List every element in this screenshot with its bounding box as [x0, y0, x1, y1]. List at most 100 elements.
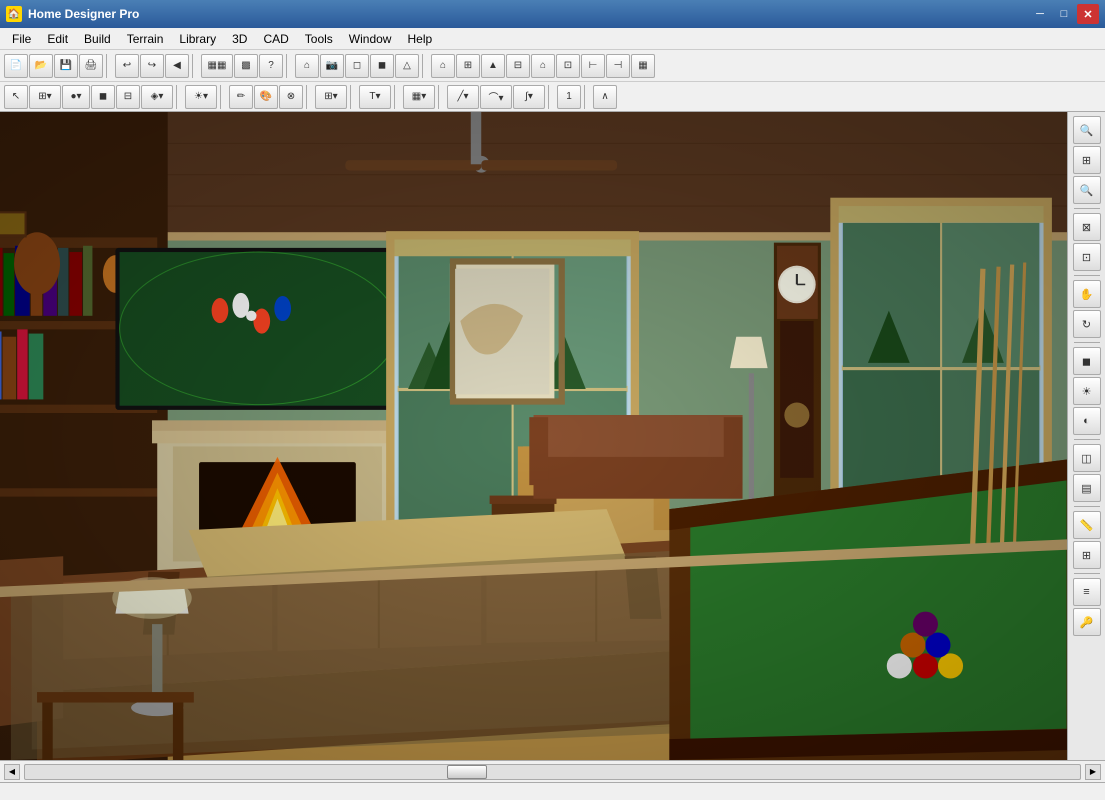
zoom-window-button[interactable]: ⊡: [1073, 243, 1101, 271]
elevation-button[interactable]: ◻: [345, 54, 369, 78]
texture-button[interactable]: ▤: [1073, 474, 1101, 502]
minimize-button[interactable]: ─: [1029, 4, 1051, 24]
fill-tool[interactable]: ▦▾: [403, 85, 435, 109]
bottom-scrollbar-area: ◀ ▶: [0, 760, 1105, 782]
arrow-up[interactable]: ∧: [593, 85, 617, 109]
shadow-button[interactable]: ◐: [1073, 407, 1101, 435]
sep5: [176, 85, 182, 109]
cabinet-tool[interactable]: ◈▾: [141, 85, 173, 109]
zoom-out-button[interactable]: 🔍: [1073, 176, 1101, 204]
pen-tool[interactable]: ✏: [229, 85, 253, 109]
overview-button[interactable]: ⊞: [456, 54, 480, 78]
light-tool[interactable]: ☀▾: [185, 85, 217, 109]
scroll-right-button[interactable]: ▶: [1085, 764, 1101, 780]
light-button[interactable]: ☀: [1073, 377, 1101, 405]
redo-button[interactable]: ↪: [140, 54, 164, 78]
app-icon: 🏠: [6, 6, 22, 22]
scroll-left-button[interactable]: ◀: [4, 764, 20, 780]
menu-cad[interactable]: CAD: [255, 30, 296, 48]
select-tool[interactable]: ↖: [4, 85, 28, 109]
menu-bar: File Edit Build Terrain Library 3D CAD T…: [0, 28, 1105, 50]
color-tool[interactable]: 🎨: [254, 85, 278, 109]
pan-button[interactable]: ✋: [1073, 280, 1101, 308]
maximize-button[interactable]: □: [1053, 4, 1075, 24]
window-controls: ─ □ ✕: [1029, 4, 1099, 24]
canvas-area[interactable]: ▲ ▼: [0, 112, 1067, 760]
rt-separator4: [1074, 439, 1100, 440]
text-tool[interactable]: T▾: [359, 85, 391, 109]
rt-separator5: [1074, 506, 1100, 507]
plumbing-button[interactable]: ⊢: [581, 54, 605, 78]
select-button[interactable]: ▩: [234, 54, 258, 78]
sep12: [584, 85, 590, 109]
menu-terrain[interactable]: Terrain: [119, 30, 172, 48]
camera-button[interactable]: 📷: [320, 54, 344, 78]
sep11: [548, 85, 554, 109]
toolbar-draw: ↖ ⊞▾ ●▾ ◼ ⊟ ◈▾ ☀▾ ✏ 🎨 ⊗ ⊞▾ T▾ ▦▾ ╱▾ ⌒▾ ∫…: [0, 82, 1105, 112]
detail-button[interactable]: △: [395, 54, 419, 78]
view3d-button[interactable]: ⌂: [431, 54, 455, 78]
rt-separator: [1074, 208, 1100, 209]
back-button[interactable]: ◀: [165, 54, 189, 78]
arc-tool[interactable]: ⌒▾: [480, 85, 512, 109]
title-bar: 🏠 Home Designer Pro ─ □ ✕: [0, 0, 1105, 28]
zoom-in-button[interactable]: 🔍: [1073, 116, 1101, 144]
floorplan-button[interactable]: ⌂: [295, 54, 319, 78]
sep10: [438, 85, 444, 109]
electrical-button[interactable]: ⊡: [556, 54, 580, 78]
help-button[interactable]: ?: [259, 54, 283, 78]
draw-circle[interactable]: ●▾: [62, 85, 90, 109]
menu-build[interactable]: Build: [76, 30, 119, 48]
separator2: [192, 54, 198, 78]
menu-help[interactable]: Help: [399, 30, 440, 48]
separator: [106, 54, 112, 78]
menu-window[interactable]: Window: [341, 30, 400, 48]
menu-tools[interactable]: Tools: [297, 30, 341, 48]
framing-button[interactable]: ⌂: [531, 54, 555, 78]
key-button[interactable]: 🔑: [1073, 608, 1101, 636]
rt-separator2: [1074, 275, 1100, 276]
new-button[interactable]: 📄: [4, 54, 28, 78]
wall-tool[interactable]: ⊟: [116, 85, 140, 109]
close-button[interactable]: ✕: [1077, 4, 1099, 24]
spline-tool[interactable]: ∫▾: [513, 85, 545, 109]
sep8: [350, 85, 356, 109]
erase-tool[interactable]: ⊗: [279, 85, 303, 109]
room-tool[interactable]: ◼: [91, 85, 115, 109]
menu-3d[interactable]: 3D: [224, 30, 255, 48]
render-button[interactable]: ◼: [1073, 347, 1101, 375]
save-button[interactable]: 💾: [54, 54, 78, 78]
main-area: ▲ ▼ 🔍 ⊞ 🔍 ⊠ ⊡ ✋ ↻ ◼ ☀ ◐ ◫ ▤ 📏 ⊞ ≡ 🔑: [0, 112, 1105, 760]
sep9: [394, 85, 400, 109]
dims-tool[interactable]: ⊞▾: [315, 85, 347, 109]
menu-file[interactable]: File: [4, 30, 39, 48]
hvac-button[interactable]: ⊣: [606, 54, 630, 78]
zoom-extent-button[interactable]: ⊞: [1073, 146, 1101, 174]
foundation-button[interactable]: ⊟: [506, 54, 530, 78]
h-scroll-thumb[interactable]: [447, 765, 487, 779]
section-button[interactable]: ◼: [370, 54, 394, 78]
insulation-button[interactable]: ▦: [631, 54, 655, 78]
orbit-button[interactable]: ↻: [1073, 310, 1101, 338]
measure-button[interactable]: 📏: [1073, 511, 1101, 539]
number-tool[interactable]: 1: [557, 85, 581, 109]
line-tool[interactable]: ╱▾: [447, 85, 479, 109]
right-toolbar: 🔍 ⊞ 🔍 ⊠ ⊡ ✋ ↻ ◼ ☀ ◐ ◫ ▤ 📏 ⊞ ≡ 🔑: [1067, 112, 1105, 760]
select-similar-button[interactable]: ▦▦: [201, 54, 233, 78]
menu-edit[interactable]: Edit: [39, 30, 76, 48]
separator4: [422, 54, 428, 78]
rt-separator3: [1074, 342, 1100, 343]
roof-button[interactable]: ▲: [481, 54, 505, 78]
zoom-fit-button[interactable]: ⊠: [1073, 213, 1101, 241]
undo-button[interactable]: ↩: [115, 54, 139, 78]
print-button[interactable]: 🖨: [79, 54, 103, 78]
horizontal-scrollbar[interactable]: [24, 764, 1081, 780]
grid-button[interactable]: ⊞: [1073, 541, 1101, 569]
material-button[interactable]: ◫: [1073, 444, 1101, 472]
edit-tool[interactable]: ⊞▾: [29, 85, 61, 109]
open-button[interactable]: 📂: [29, 54, 53, 78]
menu-library[interactable]: Library: [171, 30, 224, 48]
status-bar: [0, 782, 1105, 800]
layers-button[interactable]: ≡: [1073, 578, 1101, 606]
rt-separator6: [1074, 573, 1100, 574]
